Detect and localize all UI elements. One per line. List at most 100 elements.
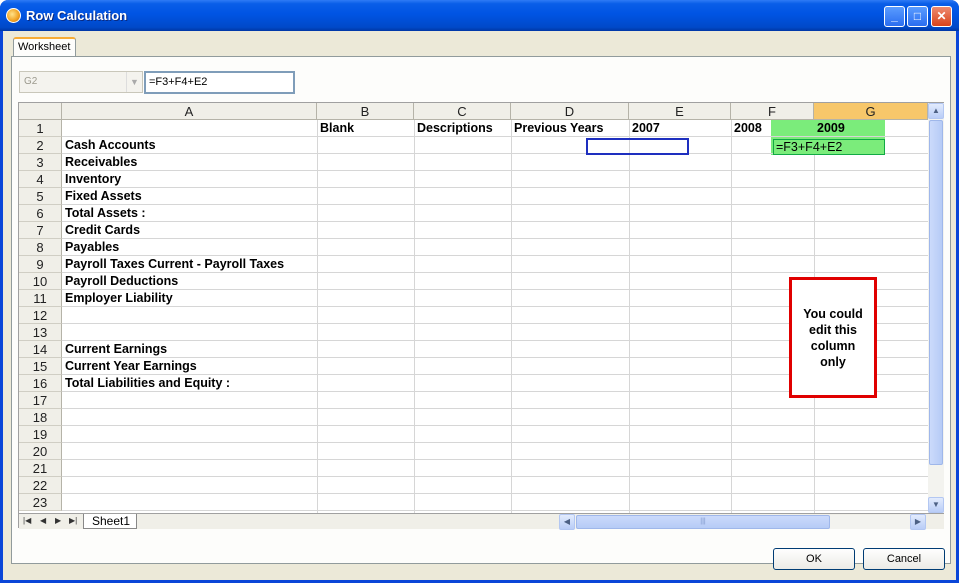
cell-b1[interactable]: Blank bbox=[317, 120, 414, 136]
close-button[interactable]: ✕ bbox=[931, 6, 952, 27]
cell-d1[interactable]: Previous Years bbox=[511, 120, 629, 136]
row-header[interactable]: 7 bbox=[19, 222, 62, 239]
row-header[interactable]: 13 bbox=[19, 324, 62, 341]
row-header[interactable]: 23 bbox=[19, 494, 62, 511]
cell-a2[interactable]: Cash Accounts bbox=[62, 137, 317, 153]
table-row: Payroll Taxes Current - Payroll Taxes bbox=[62, 256, 928, 273]
note-line: edit this bbox=[809, 323, 857, 337]
chevron-down-icon[interactable]: ▼ bbox=[126, 72, 142, 92]
cell-a14[interactable]: Current Earnings bbox=[62, 341, 317, 357]
row-header[interactable]: 2 bbox=[19, 137, 62, 154]
maximize-button[interactable]: □ bbox=[907, 6, 928, 27]
last-sheet-icon[interactable]: ▶| bbox=[69, 516, 77, 525]
cell-a9[interactable]: Payroll Taxes Current - Payroll Taxes bbox=[62, 256, 317, 272]
table-row bbox=[62, 426, 928, 443]
window-title: Row Calculation bbox=[26, 8, 128, 23]
cell-a4[interactable]: Inventory bbox=[62, 171, 317, 187]
cell-e1[interactable]: 2007 bbox=[629, 120, 731, 136]
scroll-left-icon[interactable]: ◀ bbox=[559, 514, 575, 530]
sheet-tab-sheet1[interactable]: Sheet1 bbox=[83, 514, 137, 529]
table-row: Inventory bbox=[62, 171, 928, 188]
row-header[interactable]: 12 bbox=[19, 307, 62, 324]
column-header-d[interactable]: D bbox=[511, 103, 629, 120]
scroll-up-icon[interactable]: ▲ bbox=[928, 103, 944, 119]
cell-c1[interactable]: Descriptions bbox=[414, 120, 511, 136]
cell-g1[interactable]: 2009 bbox=[814, 120, 928, 136]
cell-a16[interactable]: Total Liabilities and Equity : bbox=[62, 375, 317, 391]
cell-g2-editor[interactable]: =F3+F4+E2 bbox=[773, 139, 885, 155]
table-row: Total Assets : bbox=[62, 205, 928, 222]
prev-sheet-icon[interactable]: ◀ bbox=[40, 516, 46, 525]
table-row: Receivables bbox=[62, 154, 928, 171]
row-header[interactable]: 16 bbox=[19, 375, 62, 392]
ok-button[interactable]: OK bbox=[773, 548, 855, 570]
formula-input[interactable]: =F3+F4+E2 bbox=[144, 71, 295, 94]
row-header[interactable]: 18 bbox=[19, 409, 62, 426]
next-sheet-icon[interactable]: ▶ bbox=[55, 516, 61, 525]
cell-a15[interactable]: Current Year Earnings bbox=[62, 358, 317, 374]
worksheet-panel: G2 ▼ =F3+F4+E2 ABCDEFG 1 Blank Description… bbox=[11, 56, 951, 564]
selected-cell-e2[interactable] bbox=[586, 138, 689, 155]
row-header[interactable]: 15 bbox=[19, 358, 62, 375]
table-row bbox=[62, 409, 928, 426]
table-row bbox=[62, 494, 928, 511]
row-header[interactable]: 14 bbox=[19, 341, 62, 358]
title-bar: Row Calculation _ □ ✕ bbox=[0, 0, 959, 31]
note-line: You could bbox=[803, 307, 863, 321]
column-header-e[interactable]: E bbox=[629, 103, 731, 120]
row-header[interactable]: 5 bbox=[19, 188, 62, 205]
minimize-button[interactable]: _ bbox=[884, 6, 905, 27]
horizontal-scroll-thumb[interactable]: ||| bbox=[576, 515, 830, 529]
cell-a7[interactable]: Credit Cards bbox=[62, 222, 317, 238]
row-header[interactable]: 1 bbox=[19, 120, 62, 137]
column-header-f[interactable]: F bbox=[731, 103, 814, 120]
row-header[interactable]: 20 bbox=[19, 443, 62, 460]
editable-column-note: You could edit this column only bbox=[789, 277, 877, 398]
cell-reference-select[interactable]: G2 ▼ bbox=[19, 71, 143, 93]
row-header[interactable]: 10 bbox=[19, 273, 62, 290]
cell-a6[interactable]: Total Assets : bbox=[62, 205, 317, 221]
row-header[interactable]: 8 bbox=[19, 239, 62, 256]
table-row: Fixed Assets bbox=[62, 188, 928, 205]
table-row: Blank Descriptions Previous Years 2007 2008 2… bbox=[62, 120, 928, 137]
cell-a11[interactable]: Employer Liability bbox=[62, 290, 317, 306]
row-header[interactable]: 4 bbox=[19, 171, 62, 188]
column-header-a[interactable]: A bbox=[62, 103, 317, 120]
spreadsheet-grid[interactable]: ABCDEFG 1 Blank Descriptions Previous Years… bbox=[18, 102, 944, 530]
dialog-content: Worksheet G2 ▼ =F3+F4+E2 ABCDEFG 1 Blank D… bbox=[6, 31, 956, 580]
cell-a8[interactable]: Payables bbox=[62, 239, 317, 255]
row-header[interactable]: 6 bbox=[19, 205, 62, 222]
cell-a10[interactable]: Payroll Deductions bbox=[62, 273, 317, 289]
row-header[interactable]: 3 bbox=[19, 154, 62, 171]
cell-f1[interactable]: 2008 bbox=[731, 120, 814, 136]
vertical-scrollbar[interactable]: ▲ ▼ bbox=[928, 103, 944, 513]
horizontal-scrollbar[interactable]: ◀ ||| ▶ bbox=[559, 514, 926, 530]
sheet-bar: |◀ ◀ ▶ ▶| Sheet1 ◀ ||| ▶ bbox=[19, 513, 944, 530]
row-calculation-dialog: Row Calculation _ □ ✕ Worksheet G2 ▼ =F3… bbox=[0, 0, 959, 583]
note-line: only bbox=[820, 355, 846, 369]
row-header[interactable]: 19 bbox=[19, 426, 62, 443]
cell-a5[interactable]: Fixed Assets bbox=[62, 188, 317, 204]
scroll-right-icon[interactable]: ▶ bbox=[910, 514, 926, 530]
scroll-down-icon[interactable]: ▼ bbox=[928, 497, 944, 513]
table-row bbox=[62, 460, 928, 477]
column-header-c[interactable]: C bbox=[414, 103, 511, 120]
row-header[interactable]: 22 bbox=[19, 477, 62, 494]
vertical-scroll-thumb[interactable] bbox=[929, 120, 943, 465]
row-header[interactable]: 11 bbox=[19, 290, 62, 307]
app-icon bbox=[6, 8, 21, 23]
table-row bbox=[62, 477, 928, 494]
table-row: Credit Cards bbox=[62, 222, 928, 239]
table-row bbox=[62, 443, 928, 460]
corner-header[interactable] bbox=[19, 103, 62, 120]
column-header-b[interactable]: B bbox=[317, 103, 414, 120]
tab-worksheet[interactable]: Worksheet bbox=[13, 37, 76, 57]
row-header[interactable]: 9 bbox=[19, 256, 62, 273]
cell-a3[interactable]: Receivables bbox=[62, 154, 317, 170]
cancel-button[interactable]: Cancel bbox=[863, 548, 945, 570]
note-line: column bbox=[810, 339, 856, 353]
row-header[interactable]: 17 bbox=[19, 392, 62, 409]
first-sheet-icon[interactable]: |◀ bbox=[23, 516, 31, 525]
row-header[interactable]: 21 bbox=[19, 460, 62, 477]
column-header-g[interactable]: G bbox=[814, 103, 928, 120]
